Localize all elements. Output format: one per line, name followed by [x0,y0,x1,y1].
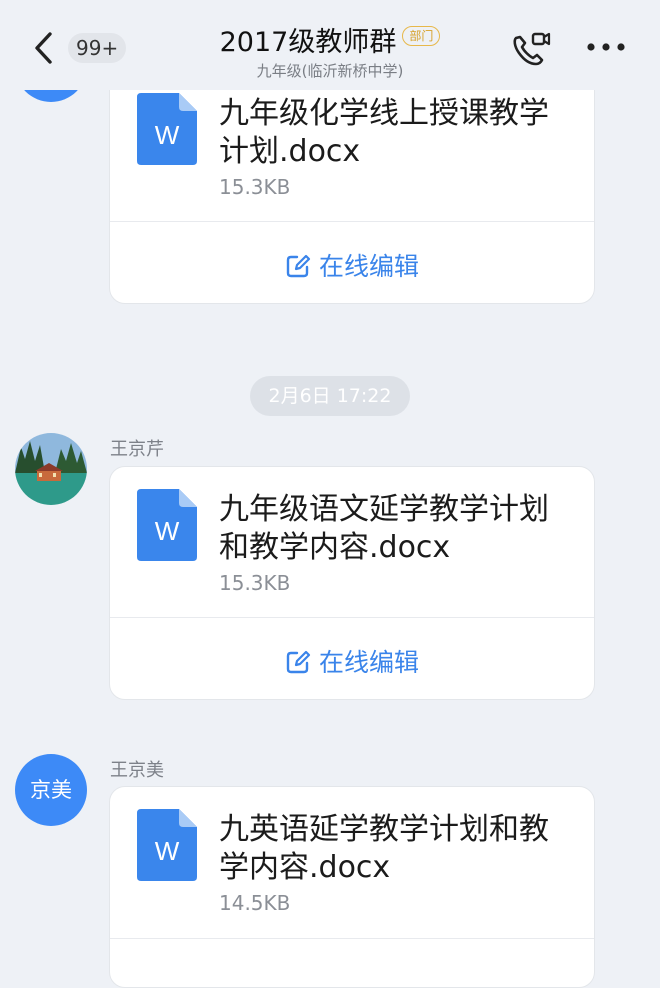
chat-header: 99+ 2017级教师群 部门 九年级(临沂新桥中学) [0,0,660,90]
file-card[interactable]: W 九英语延学教学计划和教学内容.docx 14.5KB [109,786,595,988]
online-edit-label: 在线编辑 [318,648,419,677]
file-card[interactable]: W 九年级语文延学教学计划和教学内容.docx 15.3KB 在线编辑 [109,466,595,700]
landscape-photo [15,433,87,505]
card-divider [110,617,594,618]
avatar-initials: 京美 [30,778,72,802]
video-call-icon[interactable] [508,28,552,72]
word-file-icon: W [137,489,197,561]
timestamp-divider: 2月6日 17:22 [250,376,410,416]
file-name: 九英语延学教学计划和教学内容.docx [219,812,549,885]
file-size: 15.3KB [219,571,291,595]
svg-text:W: W [155,516,180,546]
dept-tag: 部门 [402,25,441,46]
card-divider [110,221,594,222]
file-name: 九年级语文延学教学计划和教学内容.docx [219,492,549,565]
sender-name: 王京美 [110,760,164,781]
more-options-icon[interactable] [586,42,626,52]
svg-text:W: W [155,120,180,150]
group-title[interactable]: 2017级教师群 [220,27,397,58]
edit-icon [286,254,311,278]
online-edit-label: 在线编辑 [318,252,419,281]
online-edit-button[interactable]: 在线编辑 [110,643,594,679]
group-subtitle: 九年级(临沂新桥中学) [256,62,404,80]
word-file-icon: W [137,809,197,881]
sender-name: 王京芹 [110,439,164,460]
file-card[interactable]: W 九年级化学线上授课教学计划.docx 15.3KB 在线编辑 [109,70,595,304]
file-size: 15.3KB [219,175,291,199]
svg-text:W: W [155,836,180,866]
avatar[interactable]: 京美 [15,754,87,826]
edit-icon [286,650,311,674]
online-edit-button[interactable]: 在线编辑 [110,247,594,283]
word-file-icon: W [137,93,197,165]
chat-title-row: 2017级教师群 部门 [0,20,660,59]
file-name: 九年级化学线上授课教学计划.docx [219,96,549,169]
card-divider [110,938,594,939]
avatar[interactable] [15,433,87,505]
file-size: 14.5KB [219,891,291,915]
